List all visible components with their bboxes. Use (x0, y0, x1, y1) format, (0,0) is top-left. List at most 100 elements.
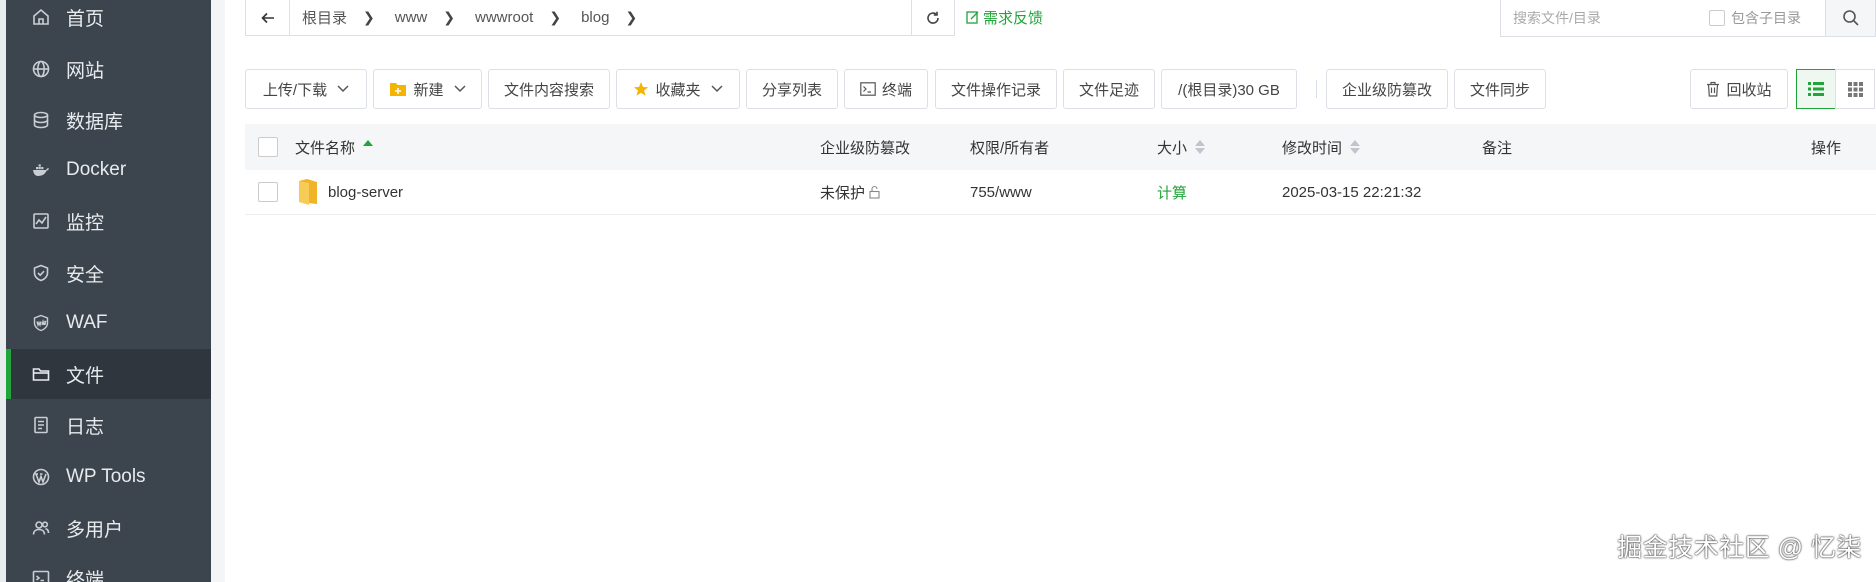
favorites-label: 收藏夹 (655, 81, 701, 99)
breadcrumb-item[interactable]: blog (581, 9, 609, 26)
column-note-label: 备注 (1482, 139, 1513, 157)
breadcrumb-item[interactable]: wwwroot (475, 9, 533, 26)
sidebar-item-label: Docker (66, 159, 127, 180)
database-icon (30, 109, 52, 131)
terminal-button[interactable]: 终端 (844, 69, 928, 109)
recycle-bin-button[interactable]: 回收站 (1690, 69, 1788, 109)
breadcrumb-item[interactable]: www (395, 9, 428, 26)
new-folder-icon (390, 83, 407, 96)
sidebar-item-label: 安全 (66, 264, 105, 286)
file-op-log-button[interactable]: 文件操作记录 (935, 69, 1057, 109)
column-size-label: 大小 (1157, 139, 1188, 157)
sort-icon[interactable] (1195, 140, 1206, 154)
back-button[interactable] (246, 0, 290, 35)
path-bar[interactable]: 根目录 ❯ www ❯ wwwroot ❯ blog ❯ (245, 0, 953, 36)
column-mtime[interactable]: 修改时间 (1282, 137, 1361, 158)
sidebar-item-terminal[interactable]: 终端 (6, 553, 211, 582)
column-action: 操作 (1811, 137, 1841, 158)
select-all-checkbox[interactable] (258, 137, 278, 157)
sidebar-item-label: WP Tools (66, 466, 146, 487)
new-button[interactable]: 新建 (373, 69, 482, 109)
sidebar-item-monitor[interactable]: 监控 (6, 196, 211, 246)
row-permission[interactable]: 755/www (970, 184, 1032, 201)
favorites-button[interactable]: 收藏夹 (616, 69, 740, 109)
column-tamper: 企业级防篡改 (820, 137, 910, 158)
folder-icon (299, 179, 317, 205)
recycle-bin-label: 回收站 (1726, 81, 1772, 99)
content-search-button[interactable]: 文件内容搜索 (488, 69, 610, 109)
checkbox-box[interactable] (1709, 10, 1725, 26)
upload-download-button[interactable]: 上传/下载 (245, 69, 367, 109)
row-name[interactable]: blog-server (298, 178, 403, 206)
column-name-label: 文件名称 (295, 139, 356, 157)
list-view-button[interactable] (1796, 69, 1836, 109)
sidebar-item-waf[interactable]: WAF (6, 298, 211, 348)
search-button[interactable] (1825, 0, 1876, 37)
shield-icon (30, 262, 52, 284)
chevron-down-icon (453, 85, 466, 93)
column-mtime-label: 修改时间 (1282, 139, 1343, 157)
row-size[interactable]: 计算 (1157, 182, 1187, 203)
column-action-label: 操作 (1811, 139, 1842, 157)
share-list-button[interactable]: 分享列表 (746, 69, 838, 109)
checkbox-box[interactable] (258, 182, 278, 202)
file-name[interactable]: blog-server (328, 184, 403, 201)
column-permission: 权限/所有者 (970, 137, 1049, 158)
sidebar-item-files[interactable]: 文件 (6, 349, 211, 399)
grid-view-button[interactable] (1835, 69, 1875, 109)
search-input[interactable] (1501, 3, 1701, 33)
terminal-icon (860, 82, 876, 96)
size-calc-link[interactable]: 计算 (1157, 182, 1187, 203)
file-footprint-button[interactable]: 文件足迹 (1063, 69, 1155, 109)
checkbox-box[interactable] (258, 137, 278, 157)
sidebar-item-label: 多用户 (66, 519, 124, 541)
column-note: 备注 (1482, 137, 1512, 158)
breadcrumb: 根目录 ❯ www ❯ wwwroot ❯ blog ❯ (290, 7, 653, 28)
feedback-link[interactable]: 需求反馈 (965, 6, 1043, 28)
table-header: 文件名称 企业级防篡改 权限/所有者 大小 修改时间 备注 操作 (245, 124, 1876, 170)
column-size[interactable]: 大小 (1157, 137, 1206, 158)
sidebar-item-label: WAF (66, 312, 108, 333)
column-name[interactable]: 文件名称 (295, 137, 374, 158)
sidebar-item-wp-tools[interactable]: WP Tools (6, 452, 211, 502)
file-sync-button[interactable]: 文件同步 (1454, 69, 1546, 109)
toolbar-divider (1316, 80, 1317, 98)
breadcrumb-item[interactable]: 根目录 (302, 7, 347, 28)
grid-view-icon (1847, 81, 1863, 97)
sort-icon[interactable] (363, 140, 374, 154)
sidebar-item-docker[interactable]: Docker (6, 145, 211, 195)
sort-icon[interactable] (1350, 140, 1361, 154)
log-icon (30, 414, 52, 436)
sidebar-item-website[interactable]: 网站 (6, 44, 211, 94)
waf-icon (30, 312, 52, 334)
sidebar-item-logs[interactable]: 日志 (6, 400, 211, 450)
sidebar-item-label: 日志 (66, 416, 105, 438)
sidebar-item-home[interactable]: 首页 (6, 0, 211, 42)
tamper-proof-button[interactable]: 企业级防篡改 (1326, 69, 1448, 109)
users-icon (30, 517, 52, 539)
row-tamper[interactable]: 未保护 (820, 182, 882, 203)
chevron-right-icon: ❯ (363, 9, 375, 25)
refresh-button[interactable] (911, 0, 955, 36)
permission-value: 755/www (970, 183, 1032, 201)
terminal-label: 终端 (881, 81, 912, 99)
sidebar-item-database[interactable]: 数据库 (6, 95, 211, 145)
sidebar-item-security[interactable]: 安全 (6, 248, 211, 298)
include-subdir-checkbox[interactable]: 包含子目录 (1709, 8, 1801, 28)
globe-icon (30, 58, 52, 80)
trash-icon (1707, 81, 1720, 97)
column-permission-label: 权限/所有者 (970, 139, 1050, 157)
feedback-label: 需求反馈 (983, 9, 1044, 27)
sidebar-item-multi-user[interactable]: 多用户 (6, 503, 211, 553)
upload-download-label: 上传/下载 (262, 81, 328, 99)
row-checkbox[interactable] (258, 182, 278, 202)
star-icon (634, 82, 649, 96)
sidebar-item-label: 网站 (66, 60, 105, 82)
sidebar-item-label: 文件 (66, 365, 105, 387)
table-row[interactable]: blog-server 未保护 755/www 计算 2025-03-15 22… (245, 170, 1876, 215)
search-icon (1842, 10, 1859, 26)
chevron-down-icon (710, 85, 723, 93)
share-list-label: 分享列表 (761, 81, 822, 99)
terminal-icon (30, 567, 52, 582)
disk-usage-button[interactable]: /(根目录)30 GB (1161, 69, 1297, 109)
